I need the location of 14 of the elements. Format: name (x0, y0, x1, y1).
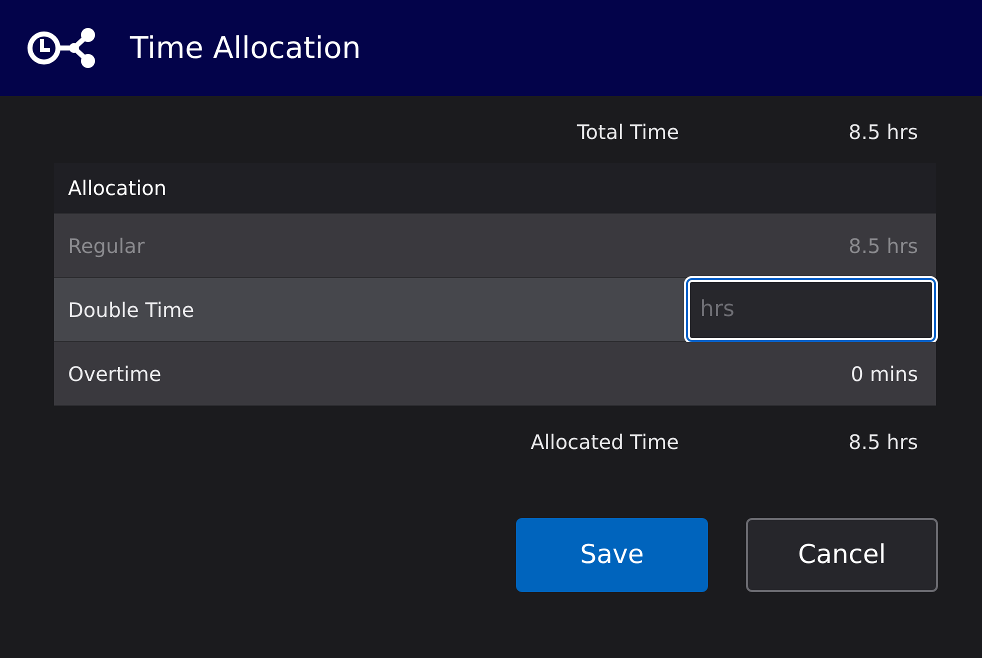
row-label: Regular (68, 234, 145, 258)
total-time-value: 8.5 hrs (848, 120, 918, 144)
total-time-label: Total Time (576, 120, 679, 144)
row-label: Overtime (68, 362, 162, 386)
allocated-time-label: Allocated Time (530, 430, 679, 454)
cancel-button[interactable]: Cancel (746, 518, 938, 592)
allocation-heading: Allocation (68, 176, 167, 200)
row-value: 8.5 hrs (848, 234, 918, 258)
row-value: 0 mins (850, 362, 918, 386)
allocated-time-value: 8.5 hrs (848, 430, 918, 454)
window-title: Time Allocation (130, 30, 361, 66)
row-label: Double Time (68, 298, 194, 322)
hours-input-field[interactable]: hrs (686, 278, 936, 342)
save-button[interactable]: Save (516, 518, 708, 592)
